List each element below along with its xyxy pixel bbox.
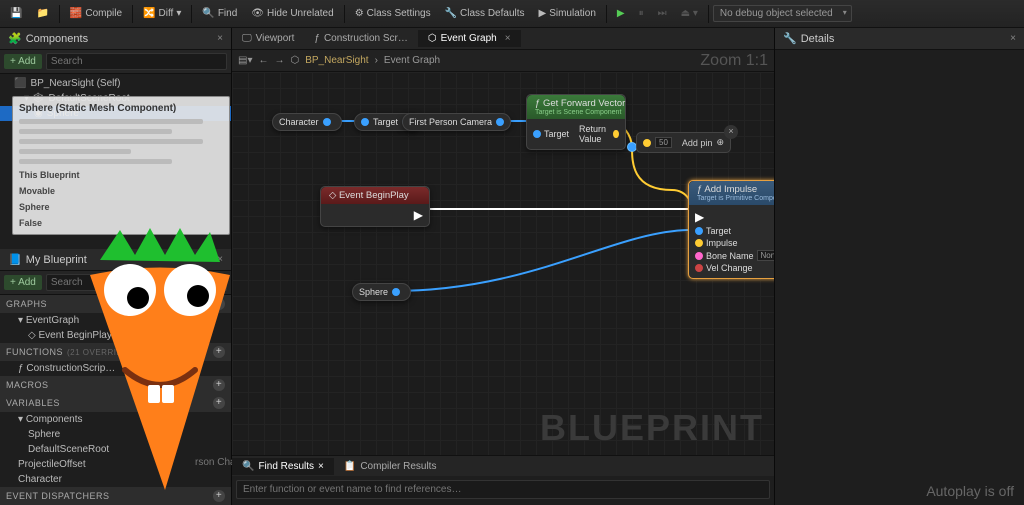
node-character-var[interactable]: Character bbox=[272, 113, 342, 131]
close-icon[interactable]: × bbox=[724, 125, 738, 139]
nav-menu-icon[interactable]: ▤▾ bbox=[238, 55, 252, 66]
component-search-input[interactable] bbox=[46, 53, 227, 70]
autoplay-status: Autoplay is off bbox=[926, 483, 1014, 499]
variables-header[interactable]: VARIABLES+ bbox=[0, 394, 231, 412]
add-icon[interactable]: + bbox=[213, 346, 225, 358]
pause-icon[interactable]: ⏸ bbox=[633, 5, 650, 22]
tree-root[interactable]: ⬛ BP_NearSight (Self) bbox=[0, 76, 231, 91]
graph-editor: 🖵 Viewport ƒ Construction Scr… ⬡ Event G… bbox=[232, 28, 774, 505]
compile-button[interactable]: 🧱 Compile bbox=[64, 5, 128, 22]
tab-compiler-results[interactable]: 📋 Compiler Results bbox=[334, 458, 447, 475]
tab-viewport[interactable]: 🖵 Viewport bbox=[232, 30, 304, 47]
node-graph-canvas[interactable]: Character Target First Person Camera ƒ G… bbox=[232, 72, 774, 455]
details-icon: 🔧 bbox=[783, 32, 797, 45]
results-panel: 🔍 Find Results × 📋 Compiler Results 🔭 bbox=[232, 455, 774, 505]
save-icon[interactable]: 💾 bbox=[4, 5, 28, 22]
diff-button[interactable]: 🔀 Diff ▾ bbox=[137, 5, 187, 22]
node-sphere-var[interactable]: Sphere bbox=[352, 283, 411, 301]
node-get-forward-vector[interactable]: ƒ Get Forward VectorTarget is Scene Comp… bbox=[526, 94, 626, 150]
add-component-button[interactable]: + Add bbox=[4, 54, 42, 69]
add-icon[interactable]: + bbox=[213, 397, 225, 409]
functions-header[interactable]: FUNCTIONS (21 OVERRID…+ bbox=[0, 343, 231, 361]
close-icon[interactable]: × bbox=[1010, 33, 1016, 44]
my-blueprint-tab[interactable]: 📘 My Blueprint × bbox=[0, 249, 231, 271]
details-panel: 🔧 Details × bbox=[774, 28, 1024, 505]
components-var-group[interactable]: ▾ Components bbox=[0, 412, 231, 427]
eject-icon[interactable]: ⏏ ▾ bbox=[675, 5, 704, 22]
add-icon[interactable]: + bbox=[213, 379, 225, 391]
tab-construction[interactable]: ƒ Construction Scr… bbox=[304, 30, 417, 47]
components-title: Components bbox=[26, 33, 88, 45]
main-toolbar: 💾 📁 🧱 Compile 🔀 Diff ▾ 🔍 Find 👁 Hide Unr… bbox=[0, 0, 1024, 28]
my-blueprint-title: My Blueprint bbox=[26, 254, 87, 266]
var-default-scene-root[interactable]: DefaultSceneRoot bbox=[0, 442, 231, 457]
nav-back-icon[interactable]: ← bbox=[258, 55, 268, 66]
nav-forward-icon[interactable]: → bbox=[274, 55, 284, 66]
class-defaults-button[interactable]: 🔧 Class Defaults bbox=[439, 5, 531, 22]
node-fp-camera-var[interactable]: First Person Camera bbox=[402, 113, 511, 131]
add-icon[interactable]: + bbox=[213, 490, 225, 502]
node-event-begin-play[interactable]: ◇ Event BeginPlay ▶ bbox=[320, 186, 430, 227]
blueprint-watermark: BLUEPRINT bbox=[540, 407, 764, 449]
node-add-impulse[interactable]: ƒ Add ImpulseTarget is Primitive Compo ▶… bbox=[688, 180, 774, 279]
class-settings-button[interactable]: ⚙ Class Settings bbox=[349, 5, 437, 22]
tab-event-graph[interactable]: ⬡ Event Graph × bbox=[418, 30, 521, 47]
breadcrumb-icon: ⬡ bbox=[290, 55, 299, 66]
blueprint-search-input[interactable] bbox=[46, 274, 227, 291]
breadcrumb-bp[interactable]: BP_NearSight bbox=[305, 55, 368, 66]
debug-object-dropdown[interactable]: No debug object selected bbox=[713, 5, 852, 22]
editor-tabs: 🖵 Viewport ƒ Construction Scr… ⬡ Event G… bbox=[232, 28, 774, 50]
graph-nav-bar: ▤▾ ← → ⬡ BP_NearSight › Event Graph Zoom… bbox=[232, 50, 774, 72]
blueprint-icon: 📘 bbox=[8, 253, 22, 266]
add-blueprint-button[interactable]: + Add bbox=[4, 275, 42, 290]
event-dispatchers-header[interactable]: EVENT DISPATCHERS+ bbox=[0, 487, 231, 505]
node-multiply[interactable]: × 50 Add pin ⊕ bbox=[636, 132, 731, 153]
find-results-search-input[interactable] bbox=[236, 480, 770, 499]
components-icon: 🧩 bbox=[8, 32, 22, 45]
var-sphere[interactable]: Sphere bbox=[0, 427, 231, 442]
step-icon[interactable]: ⏭ bbox=[652, 5, 673, 22]
find-button[interactable]: 🔍 Find bbox=[196, 5, 243, 22]
simulation-button[interactable]: ▶ Simulation bbox=[533, 5, 602, 22]
add-icon[interactable]: + bbox=[213, 298, 225, 310]
close-icon[interactable]: × bbox=[217, 254, 223, 265]
macros-header[interactable]: MACROS+ bbox=[0, 376, 231, 394]
zoom-indicator: Zoom 1:1 bbox=[700, 52, 768, 70]
var-character[interactable]: Character bbox=[0, 472, 231, 487]
browse-icon[interactable]: 📁 bbox=[30, 5, 54, 22]
tab-find-results[interactable]: 🔍 Find Results × bbox=[232, 458, 334, 475]
details-title: Details bbox=[801, 33, 835, 45]
graphs-header[interactable]: GRAPHS+ bbox=[0, 295, 231, 313]
construction-script-item[interactable]: ƒ ConstructionScrip… bbox=[0, 361, 231, 376]
component-tooltip: Sphere (Static Mesh Component) This Blue… bbox=[12, 96, 230, 235]
close-icon[interactable]: × bbox=[217, 33, 223, 44]
components-tab[interactable]: 🧩 Components × bbox=[0, 28, 231, 50]
breadcrumb-graph[interactable]: Event Graph bbox=[384, 55, 440, 66]
play-icon[interactable]: ▶ bbox=[611, 5, 631, 22]
hide-unrelated-button[interactable]: 👁 Hide Unrelated bbox=[245, 5, 339, 22]
event-begin-play-item[interactable]: ◇ Event BeginPlay bbox=[0, 328, 231, 343]
details-tab[interactable]: 🔧 Details × bbox=[775, 28, 1024, 50]
event-graph-item[interactable]: ▾ EventGraph bbox=[0, 313, 231, 328]
